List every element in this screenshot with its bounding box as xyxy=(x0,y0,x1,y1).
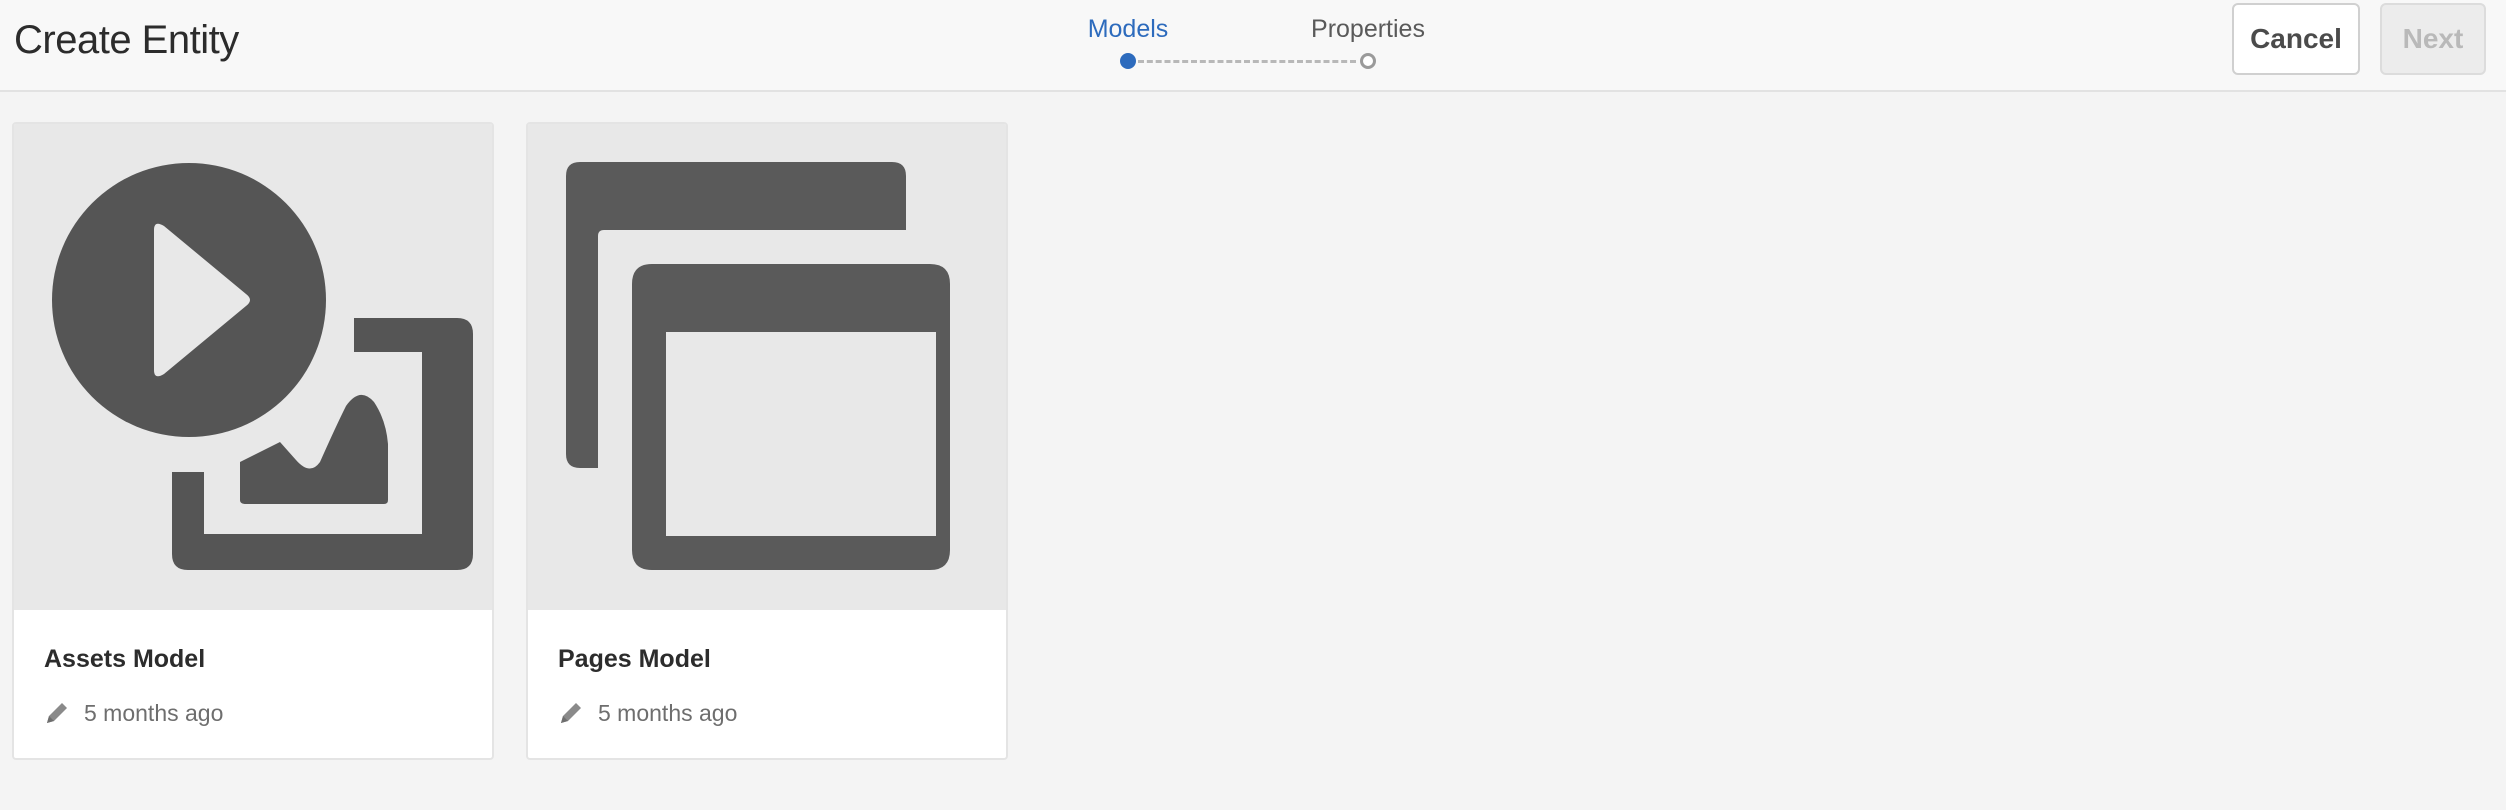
pages-windows-icon xyxy=(566,162,950,570)
pencil-icon xyxy=(47,703,67,723)
step-models-dot[interactable] xyxy=(1120,53,1136,69)
card-title[interactable]: Pages Model xyxy=(558,644,711,674)
wizard-stepper: Models Properties xyxy=(1088,10,1430,80)
next-button[interactable]: Next xyxy=(2380,3,2486,75)
asset-video-image-icon xyxy=(52,163,473,570)
card-title[interactable]: Assets Model xyxy=(44,644,205,674)
step-models-label[interactable]: Models xyxy=(1088,14,1169,44)
card-thumbnail xyxy=(14,124,492,610)
model-card-pages[interactable]: Pages Model 5 months ago xyxy=(526,122,1008,760)
modified-time: 5 months ago xyxy=(84,699,224,726)
step-properties-label[interactable]: Properties xyxy=(1311,14,1425,44)
card-thumbnail xyxy=(528,124,1006,610)
top-bar: Create Entity Models Properties Cancel N… xyxy=(0,0,2506,92)
modified-time: 5 months ago xyxy=(598,699,738,726)
pencil-icon xyxy=(561,703,581,723)
card-modified: 5 months ago xyxy=(44,698,223,728)
card-modified: 5 months ago xyxy=(558,698,737,728)
step-connector xyxy=(1138,60,1356,63)
model-card-assets[interactable]: Assets Model 5 months ago xyxy=(12,122,494,760)
step-properties-dot[interactable] xyxy=(1360,53,1376,69)
cancel-button[interactable]: Cancel xyxy=(2232,3,2360,75)
page-title: Create Entity xyxy=(14,18,239,62)
